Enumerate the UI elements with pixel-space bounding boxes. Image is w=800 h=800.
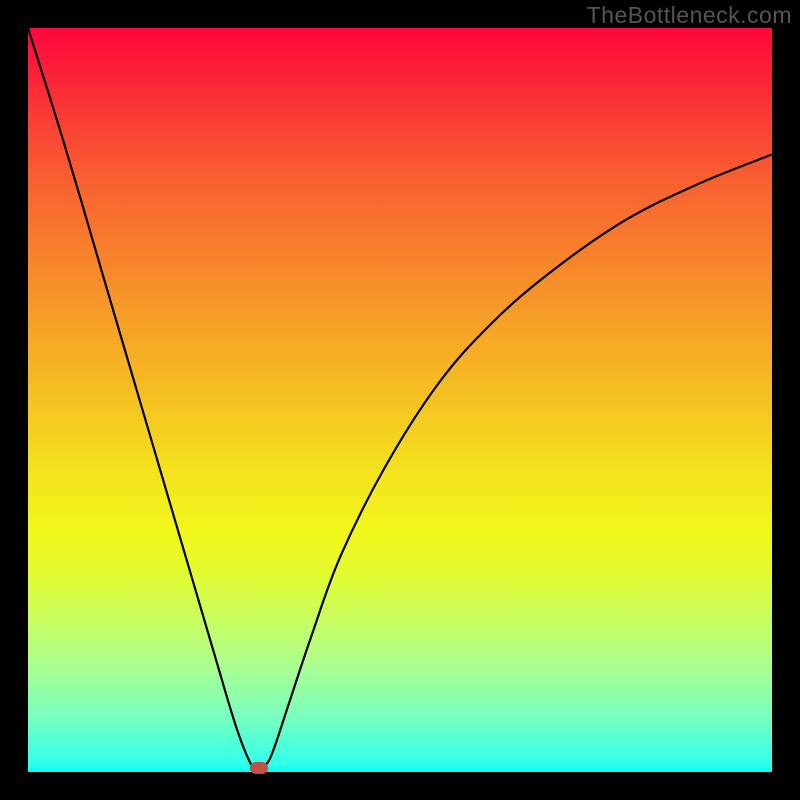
bottleneck-curve <box>28 28 772 769</box>
chart-frame: TheBottleneck.com <box>0 0 800 800</box>
plot-area <box>28 28 772 772</box>
minimum-marker <box>250 762 268 774</box>
watermark-text: TheBottleneck.com <box>587 2 792 29</box>
curve-layer <box>28 28 772 772</box>
